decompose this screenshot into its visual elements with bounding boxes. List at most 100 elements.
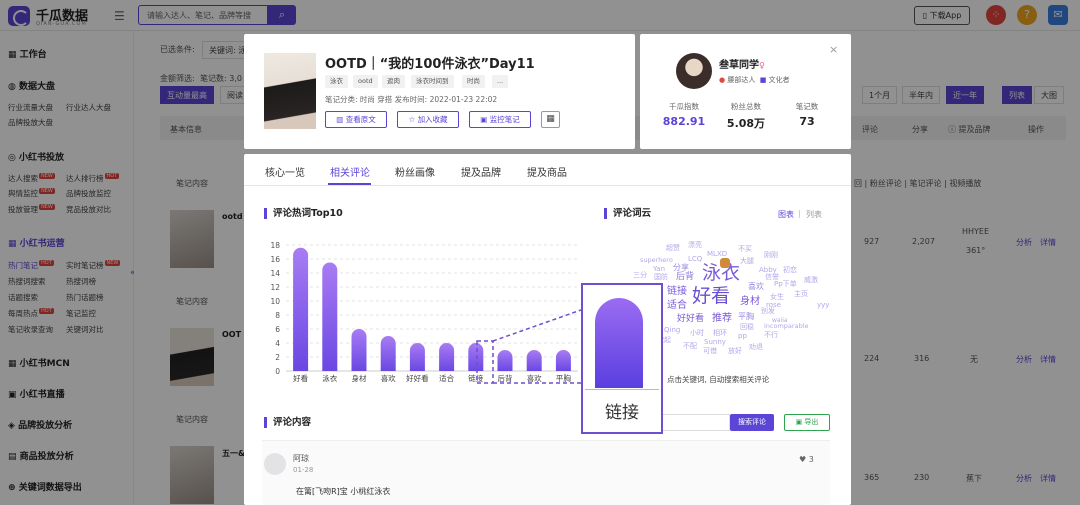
wordcloud-word[interactable]: 可借 <box>703 348 717 355</box>
wordcloud-word[interactable]: 女生 <box>770 294 784 301</box>
zoom-connector <box>476 309 582 384</box>
bar[interactable] <box>380 336 396 371</box>
author-name[interactable]: 叁草同学♀ <box>719 56 765 71</box>
y-tick-label: 16 <box>270 255 280 264</box>
search-comment-button[interactable]: 搜索评论 <box>730 414 774 431</box>
wordcloud-word[interactable]: 不配 <box>683 343 697 350</box>
wordcloud-word[interactable]: LCQ <box>688 256 702 263</box>
qiangua-index-value: 882.91 <box>662 115 706 128</box>
wordcloud-word[interactable]: incomparable <box>764 323 809 330</box>
tab-fans[interactable]: 粉丝画像 <box>395 164 435 179</box>
note-tag[interactable]: 泳衣 <box>325 75 348 88</box>
stat-label: 千瓜指数 <box>669 102 699 111</box>
y-tick-label: 4 <box>275 339 280 348</box>
bar[interactable] <box>351 329 367 371</box>
person-icon: ● <box>719 76 726 84</box>
wordcloud-word[interactable]: yyy <box>817 302 829 309</box>
x-tick-label: 泳衣 <box>322 373 337 383</box>
brand-icon <box>720 258 730 268</box>
wordcloud-word[interactable]: Pp下单 <box>774 281 797 288</box>
wordcloud-word[interactable]: 适合 <box>667 301 687 311</box>
bar[interactable] <box>322 262 338 371</box>
hotwords-title: 评论热词Top10 <box>264 208 343 219</box>
x-tick-label: 喜欢 <box>381 373 396 383</box>
wordcloud-word[interactable]: 刚刚 <box>764 252 778 259</box>
y-tick-label: 14 <box>270 269 280 278</box>
wordcloud-word[interactable]: 放好 <box>728 348 742 355</box>
wordcloud-word[interactable]: 后背 <box>676 273 694 282</box>
wordcloud-word[interactable]: 回稳 <box>740 324 754 331</box>
wordcloud-word[interactable]: 威激 <box>804 277 818 284</box>
add-favorite-button[interactable]: ☆ 加入收藏 <box>397 111 459 128</box>
wordcloud-word[interactable]: 分享 <box>673 264 689 272</box>
wordcloud-word[interactable]: 劝退 <box>749 344 763 351</box>
tab-comments[interactable]: 相关评论 <box>330 164 370 179</box>
wordcloud-word[interactable]: 国防 <box>654 274 668 281</box>
export-button[interactable]: ▣ 导出 <box>784 414 830 431</box>
note-cover-image[interactable] <box>264 53 316 129</box>
close-icon[interactable]: × <box>829 43 838 56</box>
wordcloud-word[interactable]: 好看 <box>692 287 730 306</box>
view-original-label: 查看原文 <box>345 115 376 124</box>
note-tag[interactable]: 泳衣时间到 <box>411 75 454 88</box>
wordcloud-word[interactable]: 推荐 <box>712 314 732 324</box>
note-tag[interactable]: 遮肉 <box>382 75 405 88</box>
wordcloud-word[interactable]: 三分 <box>633 272 647 279</box>
comment-search-input[interactable] <box>662 414 730 431</box>
wordcloud-word[interactable]: 不行 <box>764 332 778 339</box>
x-tick-label: 适合 <box>439 373 454 383</box>
wordcloud-word[interactable]: 平胸 <box>738 313 754 321</box>
wordcloud-word[interactable]: 喜欢 <box>748 283 764 291</box>
monitor-note-button[interactable]: ▣ 监控笔记 <box>469 111 531 128</box>
wordcloud-word[interactable]: pp <box>738 333 747 340</box>
note-title: OOTD｜“我的100件泳衣”Day11 <box>325 57 535 72</box>
bar[interactable] <box>293 247 309 371</box>
document-icon: ▥ <box>336 115 344 124</box>
wordcloud-word[interactable]: superhero <box>640 257 673 264</box>
view-original-button[interactable]: ▥ 查看原文 <box>325 111 387 128</box>
badge-icon: ■ <box>759 76 767 84</box>
avatar[interactable] <box>676 53 712 89</box>
author-tag-1: 腰部达人 <box>727 76 756 84</box>
export-label: 导出 <box>804 418 819 426</box>
note-count-value: 73 <box>799 115 815 128</box>
wordcloud-view-list[interactable]: 列表 <box>806 209 822 220</box>
bar[interactable] <box>439 343 455 371</box>
wordcloud-word[interactable]: 漂亮 <box>688 242 702 249</box>
y-tick-label: 10 <box>270 297 280 306</box>
wordcloud-word[interactable]: 小时 <box>690 330 704 337</box>
wordcloud-word[interactable]: Sunny <box>704 339 726 346</box>
zoom-axis-line <box>585 389 659 390</box>
zoom-label: 链接 <box>605 403 639 423</box>
like-count: 3 <box>808 455 814 464</box>
wordcloud-word[interactable]: 身材 <box>740 297 760 307</box>
tab-overview[interactable]: 核心一览 <box>265 164 305 179</box>
comments-title: 评论内容 <box>264 417 311 428</box>
wordcloud-word[interactable]: 超赞 <box>666 245 680 252</box>
wordcloud-word[interactable]: 好好看 <box>677 315 704 324</box>
female-icon: ♀ <box>759 61 765 70</box>
note-tag[interactable]: 时尚 <box>462 75 485 88</box>
wordcloud-word[interactable]: 不买 <box>738 246 752 253</box>
wordcloud-word[interactable]: Qing <box>664 327 680 334</box>
wordcloud-word[interactable]: 初恋 <box>783 267 797 274</box>
comment-date: 01-28 <box>293 466 314 474</box>
bar[interactable] <box>409 343 425 371</box>
avatar[interactable] <box>264 453 286 475</box>
note-tag[interactable]: ootd <box>353 75 378 88</box>
note-tag-more[interactable]: ... <box>492 75 509 88</box>
qr-code-icon[interactable]: ▦ <box>541 111 560 128</box>
zoom-highlight-bar <box>595 298 643 388</box>
tab-products[interactable]: 提及商品 <box>527 164 567 179</box>
comment-user[interactable]: 阿琼 <box>293 453 309 464</box>
wordcloud-word[interactable]: 别发 <box>761 308 775 315</box>
wordcloud-word[interactable]: 链接 <box>667 287 687 297</box>
tab-brands[interactable]: 提及品牌 <box>461 164 501 179</box>
wordcloud-word[interactable]: 大腿 <box>740 258 754 265</box>
wordcloud-word[interactable]: 相环 <box>713 330 727 337</box>
wordcloud-view-image[interactable]: 图表 <box>778 209 794 220</box>
wordcloud-word[interactable]: 主页 <box>794 291 808 298</box>
monitor-note-label: 监控笔记 <box>489 115 520 124</box>
wordcloud-word[interactable]: Yan <box>653 266 665 273</box>
wordcloud-word[interactable]: MLXD <box>707 251 727 258</box>
